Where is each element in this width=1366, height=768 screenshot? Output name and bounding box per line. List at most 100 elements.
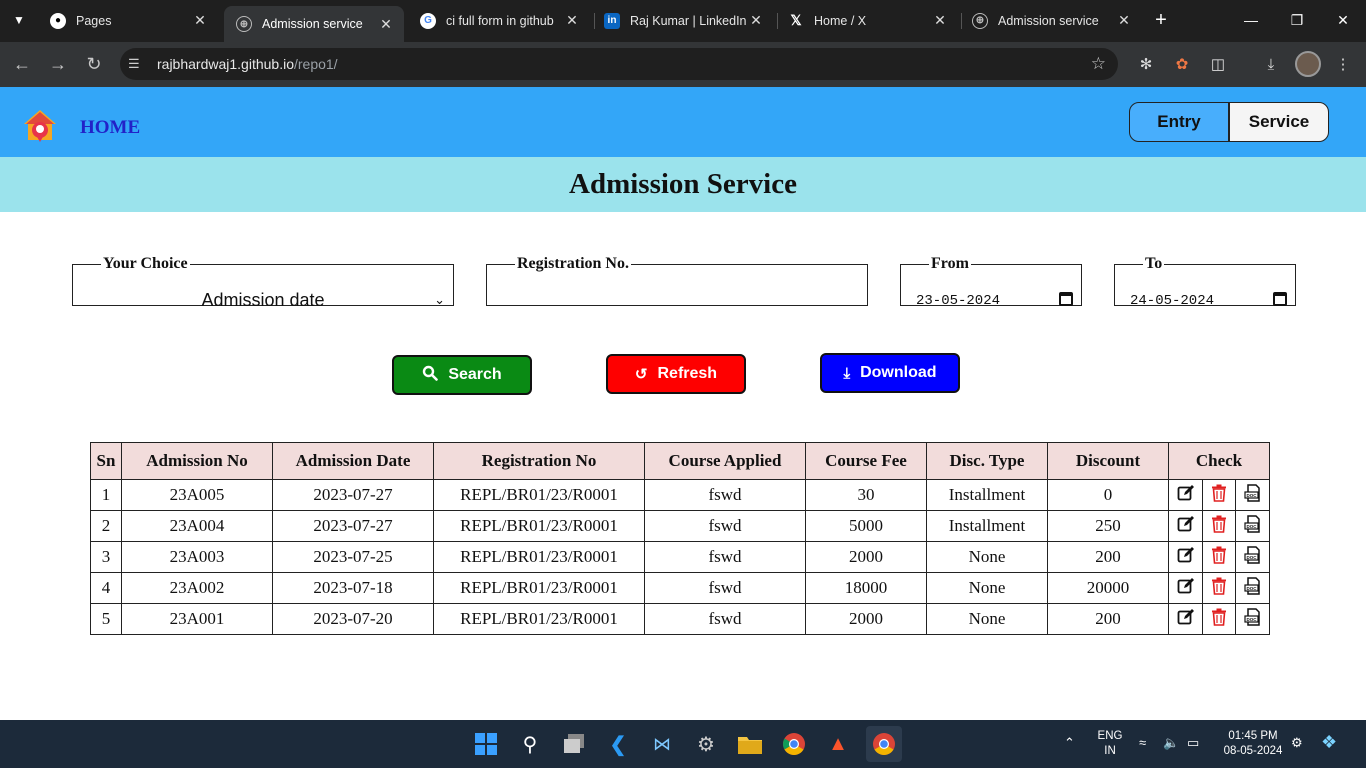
from-date-input[interactable]: 23-05-2024: [901, 272, 1081, 309]
restore-icon[interactable]: ❐: [1274, 8, 1320, 32]
document-icon[interactable]: DOC: [1243, 545, 1263, 565]
more-menu-icon[interactable]: ⋮: [1332, 53, 1354, 75]
download-button[interactable]: ⤓ Download: [820, 353, 960, 393]
delete-action-cell[interactable]: [1202, 572, 1236, 604]
address-bar[interactable]: ☰ rajbhardwaj1.github.io/repo1/ ☆: [120, 48, 1118, 80]
chrome-icon[interactable]: [780, 730, 808, 758]
battery-icon[interactable]: ▭: [1187, 735, 1199, 751]
delete-icon[interactable]: [1209, 483, 1229, 503]
document-action-cell[interactable]: DOC: [1235, 541, 1270, 573]
delete-action-cell[interactable]: [1202, 510, 1236, 542]
column-header: Discount: [1047, 442, 1169, 480]
settings-gear-icon[interactable]: ⚙: [692, 730, 720, 758]
search-button[interactable]: Search: [392, 355, 532, 395]
delete-icon[interactable]: [1209, 514, 1229, 534]
document-icon[interactable]: DOC: [1243, 576, 1263, 596]
close-icon[interactable]: ✕: [746, 12, 766, 29]
browser-tab[interactable]: G ci full form in github ✕: [408, 5, 590, 36]
tab-search-icon[interactable]: ▼: [6, 8, 32, 32]
notification-icon[interactable]: ⚙: [1291, 735, 1303, 751]
choice-select-value: Admission date: [201, 290, 325, 310]
document-action-cell[interactable]: DOC: [1235, 510, 1270, 542]
windows-start-icon[interactable]: [472, 730, 500, 758]
language-indicator[interactable]: ENG IN: [1094, 729, 1126, 759]
reload-icon[interactable]: ↻: [80, 51, 108, 77]
browser-tab[interactable]: 𝕏 Home / X ✕: [776, 5, 958, 36]
app-icon[interactable]: ⋈: [648, 730, 676, 758]
delete-action-cell[interactable]: [1202, 603, 1236, 635]
edit-action-cell[interactable]: [1168, 572, 1203, 604]
title-band: Admission Service: [0, 157, 1366, 212]
calendar-icon[interactable]: [1273, 292, 1287, 306]
home-logo-icon[interactable]: [22, 108, 58, 144]
edit-icon[interactable]: [1176, 576, 1196, 596]
discount-cell: 200: [1047, 541, 1169, 573]
back-icon[interactable]: ←: [8, 51, 36, 77]
browser-tab-active[interactable]: ⊕ Admission service ✕: [224, 6, 404, 42]
edit-action-cell[interactable]: [1168, 603, 1203, 635]
service-button[interactable]: Service: [1229, 102, 1329, 142]
color-extension-icon[interactable]: ✿: [1171, 53, 1193, 75]
delete-action-cell[interactable]: [1202, 479, 1236, 511]
close-icon[interactable]: ✕: [376, 16, 396, 33]
edit-icon[interactable]: [1176, 514, 1196, 534]
edit-icon[interactable]: [1176, 545, 1196, 565]
extension-icon[interactable]: ✻: [1135, 53, 1157, 75]
delete-icon[interactable]: [1209, 545, 1229, 565]
close-icon[interactable]: ✕: [562, 12, 582, 29]
wifi-icon[interactable]: ≈: [1139, 735, 1146, 750]
bookmark-star-icon[interactable]: ☆: [1091, 54, 1106, 74]
to-date-input[interactable]: 24-05-2024: [1115, 272, 1295, 309]
document-icon[interactable]: DOC: [1243, 607, 1263, 627]
site-info-icon[interactable]: ☰: [128, 56, 146, 72]
clock[interactable]: 01:45 PM 08-05-2024: [1218, 729, 1288, 759]
edit-icon[interactable]: [1176, 607, 1196, 627]
edit-action-cell[interactable]: [1168, 541, 1203, 573]
browser-tab[interactable]: ● Pages ✕: [38, 5, 218, 36]
close-icon[interactable]: ✕: [1114, 12, 1134, 29]
task-view-icon[interactable]: [560, 730, 588, 758]
browser-tab[interactable]: ⊕ Admission service ✕: [960, 5, 1142, 36]
download-icon: ⤓: [843, 364, 851, 382]
document-action-cell[interactable]: DOC: [1235, 479, 1270, 511]
document-icon[interactable]: DOC: [1243, 483, 1263, 503]
delete-icon[interactable]: [1209, 576, 1229, 596]
forward-icon[interactable]: →: [44, 51, 72, 77]
edit-action-cell[interactable]: [1168, 510, 1203, 542]
choice-select[interactable]: Admission date ⌄: [73, 272, 453, 310]
browser-tab[interactable]: in Raj Kumar | LinkedIn ✕: [592, 5, 774, 36]
document-icon[interactable]: DOC: [1243, 514, 1263, 534]
edit-icon[interactable]: [1176, 483, 1196, 503]
edit-action-cell[interactable]: [1168, 479, 1203, 511]
extensions-puzzle-icon[interactable]: ◫: [1207, 53, 1229, 75]
file-explorer-icon[interactable]: [736, 730, 764, 758]
home-link[interactable]: HOME: [80, 117, 140, 139]
brave-icon[interactable]: ▲: [824, 730, 852, 758]
document-action-cell[interactable]: DOC: [1235, 572, 1270, 604]
refresh-button[interactable]: ↺ Refresh: [606, 354, 746, 394]
delete-action-cell[interactable]: [1202, 541, 1236, 573]
vscode-icon[interactable]: ❮: [604, 730, 632, 758]
registration-input[interactable]: [487, 272, 867, 305]
close-icon[interactable]: ✕: [930, 12, 950, 29]
new-tab-button[interactable]: +: [1148, 8, 1174, 32]
choice-legend: Your Choice: [103, 255, 188, 272]
chrome-profile-icon[interactable]: [866, 726, 902, 762]
volume-icon[interactable]: 🔈: [1163, 735, 1179, 751]
profile-avatar[interactable]: [1295, 51, 1321, 77]
disc-type-cell: Installment: [926, 510, 1048, 542]
minimize-icon[interactable]: —: [1228, 8, 1274, 32]
delete-icon[interactable]: [1209, 607, 1229, 627]
taskbar-search-icon[interactable]: ⚲: [516, 730, 544, 758]
table-row: 5 23A001 2023-07-20 REPL/BR01/23/R0001 fswd 2…: [90, 603, 1270, 635]
entry-button[interactable]: Entry: [1129, 102, 1229, 142]
to-date-value: 24-05-2024: [1130, 293, 1215, 309]
window-close-icon[interactable]: ✕: [1320, 8, 1366, 32]
chevron-up-icon[interactable]: ⌃: [1064, 735, 1075, 751]
table-header-row: Sn Admission No Admission Date Registrat…: [90, 442, 1270, 480]
close-icon[interactable]: ✕: [190, 12, 210, 29]
download-icon[interactable]: ⤓: [1260, 53, 1282, 75]
document-action-cell[interactable]: DOC: [1235, 603, 1270, 635]
calendar-icon[interactable]: [1059, 292, 1073, 306]
copilot-icon[interactable]: ❖: [1321, 732, 1337, 753]
